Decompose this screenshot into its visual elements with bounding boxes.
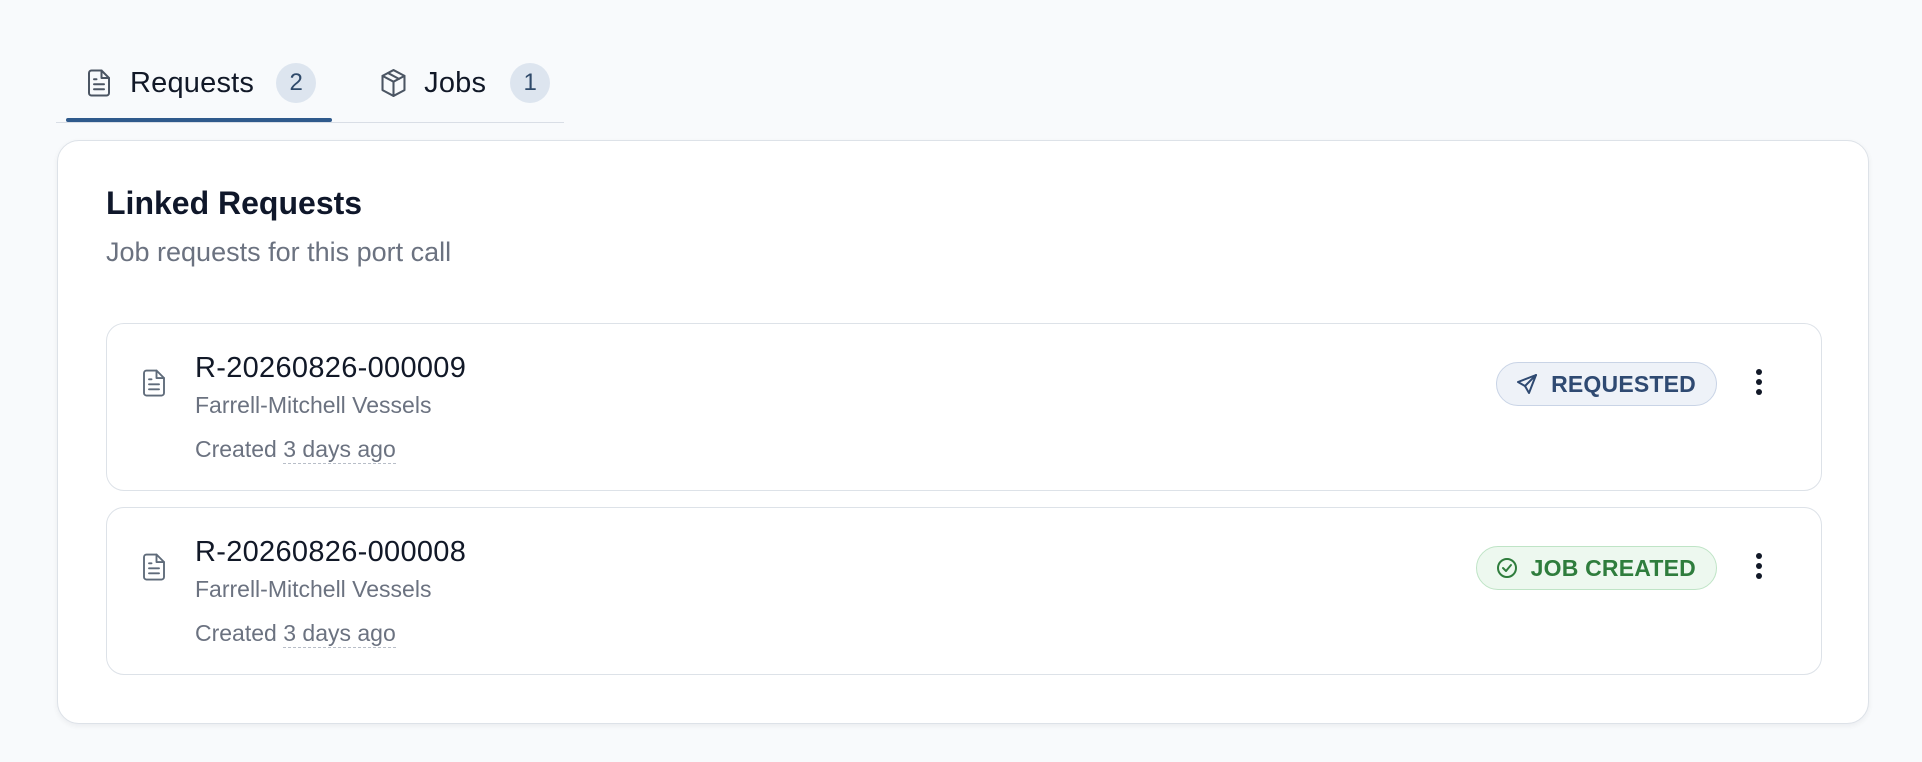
request-created: Created 3 days ago — [195, 436, 396, 464]
status-label: JOB CREATED — [1530, 554, 1696, 581]
document-icon — [139, 550, 171, 586]
request-card[interactable]: R-20260826-000009 Farrell-Mitchell Vesse… — [106, 323, 1822, 491]
created-relative-time: 3 days ago — [283, 620, 396, 648]
send-icon — [1515, 372, 1539, 396]
document-icon — [82, 66, 116, 100]
tab-bar: Requests 2 Jobs 1 — [56, 48, 564, 123]
request-company: Farrell-Mitchell Vessels — [195, 576, 432, 602]
more-vertical-icon — [1754, 367, 1764, 402]
status-label: REQUESTED — [1551, 370, 1696, 397]
request-card[interactable]: R-20260826-000008 Farrell-Mitchell Vesse… — [106, 507, 1822, 675]
cube-icon — [376, 66, 410, 100]
status-badge: REQUESTED — [1496, 362, 1717, 406]
check-circle-icon — [1495, 556, 1519, 580]
tab-requests-label: Requests — [130, 66, 255, 99]
panel-title: Linked Requests — [106, 185, 363, 221]
document-icon — [139, 366, 171, 402]
panel-subtitle: Job requests for this port call — [106, 237, 452, 267]
linked-requests-panel: Linked Requests Job requests for this po… — [57, 140, 1869, 724]
created-relative-time: 3 days ago — [283, 436, 396, 464]
more-vertical-icon — [1754, 551, 1764, 586]
status-badge: JOB CREATED — [1475, 546, 1717, 590]
request-id: R-20260826-000008 — [195, 536, 467, 568]
created-label: Created — [195, 436, 277, 462]
tab-requests-count-badge: 2 — [276, 63, 317, 103]
request-company: Farrell-Mitchell Vessels — [195, 392, 432, 418]
tab-jobs-count-badge: 1 — [510, 63, 551, 103]
more-actions-button[interactable] — [1743, 366, 1775, 402]
created-label: Created — [195, 620, 277, 646]
tab-jobs-label: Jobs — [424, 66, 487, 99]
tab-requests[interactable]: Requests 2 — [56, 48, 333, 122]
more-actions-button[interactable] — [1743, 550, 1775, 586]
tab-jobs[interactable]: Jobs 1 — [350, 48, 566, 118]
request-id: R-20260826-000009 — [195, 352, 467, 384]
request-created: Created 3 days ago — [195, 620, 396, 648]
